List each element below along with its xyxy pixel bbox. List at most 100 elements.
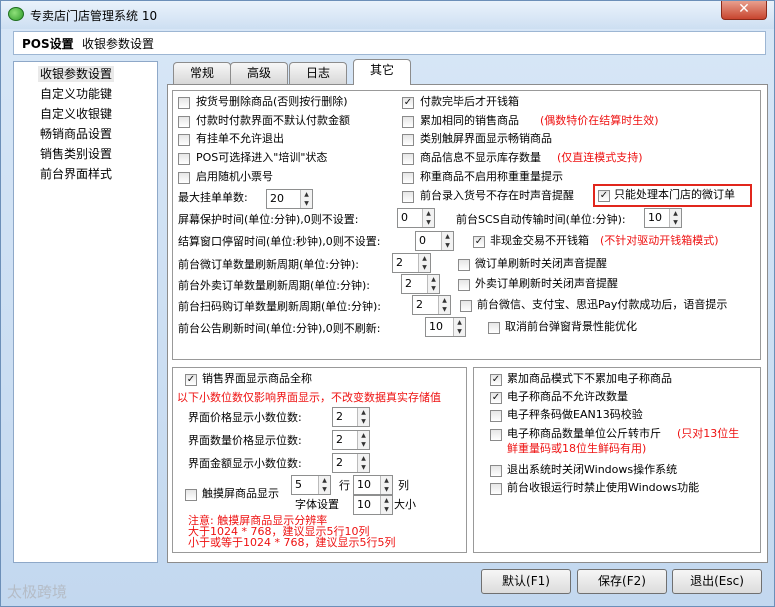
spin-down-icon[interactable]: ▼ bbox=[319, 485, 330, 494]
spin-up-icon[interactable]: ▲ bbox=[381, 476, 392, 485]
spin-down-icon[interactable]: ▼ bbox=[442, 241, 453, 250]
checkbox-checked[interactable]: ✓ bbox=[473, 236, 485, 248]
unit-label: 列 bbox=[398, 479, 409, 492]
spin-up-icon[interactable]: ▲ bbox=[358, 431, 369, 440]
spin-down-icon[interactable]: ▼ bbox=[301, 199, 312, 208]
spin-up-icon[interactable]: ▲ bbox=[439, 296, 450, 305]
exit-button[interactable]: 退出(Esc) bbox=[672, 569, 762, 594]
spin-down-icon[interactable]: ▼ bbox=[419, 263, 430, 272]
micro-refresh-stepper[interactable]: 2 ▲ ▼ bbox=[392, 253, 431, 273]
sidebar-item-custom-cashier-keys[interactable]: 自定义收银键 bbox=[40, 106, 112, 122]
price-decimal-stepper[interactable]: 2 ▲ ▼ bbox=[332, 407, 370, 427]
checkbox[interactable] bbox=[178, 172, 190, 184]
spin-up-icon[interactable]: ▲ bbox=[428, 275, 439, 284]
spin-up-icon[interactable]: ▲ bbox=[358, 408, 369, 417]
unit-label: 行 bbox=[339, 479, 350, 492]
spin-up-icon[interactable]: ▲ bbox=[423, 209, 434, 218]
tab-general[interactable]: 常规 bbox=[173, 62, 231, 84]
spin-up-icon[interactable]: ▲ bbox=[670, 209, 681, 218]
checkbox[interactable] bbox=[490, 410, 502, 422]
spin-down-icon[interactable]: ▼ bbox=[454, 327, 465, 336]
option-label: 付款完毕后才开钱箱 bbox=[420, 95, 519, 108]
checkbox[interactable] bbox=[488, 322, 500, 334]
option-label: 取消前台弹窗背景性能优化 bbox=[505, 320, 637, 333]
spin-down-icon[interactable]: ▼ bbox=[358, 417, 369, 426]
menu-pos-settings[interactable]: POS设置 bbox=[22, 35, 74, 52]
close-button[interactable]: ✕ bbox=[721, 1, 767, 20]
checkbox[interactable] bbox=[402, 116, 414, 128]
option-label: 微订单刷新时关闭声音提醒 bbox=[475, 257, 607, 270]
checkbox[interactable] bbox=[178, 116, 190, 128]
spin-down-icon[interactable]: ▼ bbox=[381, 485, 392, 494]
sidebar-item-custom-func-keys[interactable]: 自定义功能键 bbox=[40, 86, 112, 102]
spin-down-icon[interactable]: ▼ bbox=[358, 463, 369, 472]
option-label: 类别触屏界面显示畅销商品 bbox=[420, 132, 552, 145]
spin-down-icon[interactable]: ▼ bbox=[439, 305, 450, 314]
option-label: POS可选择进入"培训"状态 bbox=[196, 151, 328, 164]
stepper-value: 20 bbox=[270, 192, 284, 205]
settle-stay-stepper[interactable]: 0 ▲ ▼ bbox=[415, 231, 454, 251]
spin-down-icon[interactable]: ▼ bbox=[381, 505, 392, 514]
menu-cashier-params[interactable]: 收银参数设置 bbox=[82, 35, 154, 52]
checkbox-checked[interactable]: ✓ bbox=[185, 374, 197, 386]
option-note: (仅直连模式支持) bbox=[557, 151, 643, 164]
checkbox[interactable] bbox=[490, 465, 502, 477]
notice-refresh-stepper[interactable]: 10 ▲ ▼ bbox=[425, 317, 466, 337]
touch-cols-stepper[interactable]: 10 ▲ ▼ bbox=[353, 475, 393, 495]
checkbox[interactable] bbox=[185, 489, 197, 501]
sidebar: 收银参数设置 自定义功能键 自定义收银键 畅销商品设置 销售类别设置 前台界面样… bbox=[13, 61, 158, 563]
checkbox[interactable] bbox=[402, 191, 414, 203]
checkbox-checked[interactable]: ✓ bbox=[490, 374, 502, 386]
spin-down-icon[interactable]: ▼ bbox=[423, 218, 434, 227]
max-hold-stepper[interactable]: 20 ▲ ▼ bbox=[266, 189, 313, 209]
option-label: 累加相同的销售商品 bbox=[420, 114, 519, 127]
option-label: 只能处理本门店的微订单 bbox=[614, 188, 735, 201]
spin-up-icon[interactable]: ▲ bbox=[419, 254, 430, 263]
sidebar-item-sales-category[interactable]: 销售类别设置 bbox=[40, 146, 112, 162]
spin-down-icon[interactable]: ▼ bbox=[428, 284, 439, 293]
checkbox[interactable] bbox=[178, 134, 190, 146]
checkbox[interactable] bbox=[402, 172, 414, 184]
checkbox[interactable] bbox=[490, 429, 502, 441]
option-label: 非现金交易不开钱箱 bbox=[490, 234, 589, 247]
checkbox[interactable] bbox=[178, 153, 190, 165]
font-size-stepper[interactable]: 10 ▲ ▼ bbox=[353, 495, 393, 515]
screen-protect-stepper[interactable]: 0 ▲ ▼ bbox=[397, 208, 435, 228]
checkbox-checked[interactable]: ✓ bbox=[598, 190, 610, 202]
checkbox[interactable] bbox=[402, 134, 414, 146]
checkbox-checked[interactable]: ✓ bbox=[402, 97, 414, 109]
amount-decimal-stepper[interactable]: 2 ▲ ▼ bbox=[332, 453, 370, 473]
sidebar-item-best-sellers[interactable]: 畅销商品设置 bbox=[40, 126, 112, 142]
save-button[interactable]: 保存(F2) bbox=[577, 569, 667, 594]
scs-auto-stepper[interactable]: 10 ▲ ▼ bbox=[644, 208, 682, 228]
checkbox[interactable] bbox=[402, 153, 414, 165]
checkbox[interactable] bbox=[460, 300, 472, 312]
checkbox[interactable] bbox=[490, 483, 502, 495]
takeout-refresh-stepper[interactable]: 2 ▲ ▼ bbox=[401, 274, 440, 294]
spin-up-icon[interactable]: ▲ bbox=[358, 454, 369, 463]
checkbox[interactable] bbox=[458, 259, 470, 271]
checkbox[interactable] bbox=[178, 97, 190, 109]
checkbox[interactable] bbox=[458, 279, 470, 291]
spin-up-icon[interactable]: ▲ bbox=[454, 318, 465, 327]
field-label: 最大挂单单数: bbox=[178, 191, 248, 204]
qty-decimal-stepper[interactable]: 2 ▲ ▼ bbox=[332, 430, 370, 450]
checkbox-checked[interactable]: ✓ bbox=[490, 392, 502, 404]
spin-up-icon[interactable]: ▲ bbox=[301, 190, 312, 199]
sidebar-item-ui-style[interactable]: 前台界面样式 bbox=[40, 166, 112, 182]
tab-other[interactable]: 其它 bbox=[353, 59, 411, 85]
scan-refresh-stepper[interactable]: 2 ▲ ▼ bbox=[412, 295, 451, 315]
tab-log[interactable]: 日志 bbox=[289, 62, 347, 84]
default-button[interactable]: 默认(F1) bbox=[481, 569, 571, 594]
spin-down-icon[interactable]: ▼ bbox=[670, 218, 681, 227]
main-window: 专卖店门店管理系统 10 ✕ POS设置 收银参数设置 收银参数设置 自定义功能… bbox=[0, 0, 775, 607]
spin-down-icon[interactable]: ▼ bbox=[358, 440, 369, 449]
touch-rows-stepper[interactable]: 5 ▲ ▼ bbox=[291, 475, 331, 495]
spin-up-icon[interactable]: ▲ bbox=[442, 232, 453, 241]
spin-up-icon[interactable]: ▲ bbox=[319, 476, 330, 485]
tab-advanced[interactable]: 高级 bbox=[230, 62, 288, 84]
sidebar-item-cashier-params[interactable]: 收银参数设置 bbox=[38, 66, 115, 82]
stepper-value: 2 bbox=[405, 277, 412, 290]
spin-up-icon[interactable]: ▲ bbox=[381, 496, 392, 505]
option-label: 外卖订单刷新时关闭声音提醒 bbox=[475, 277, 618, 290]
